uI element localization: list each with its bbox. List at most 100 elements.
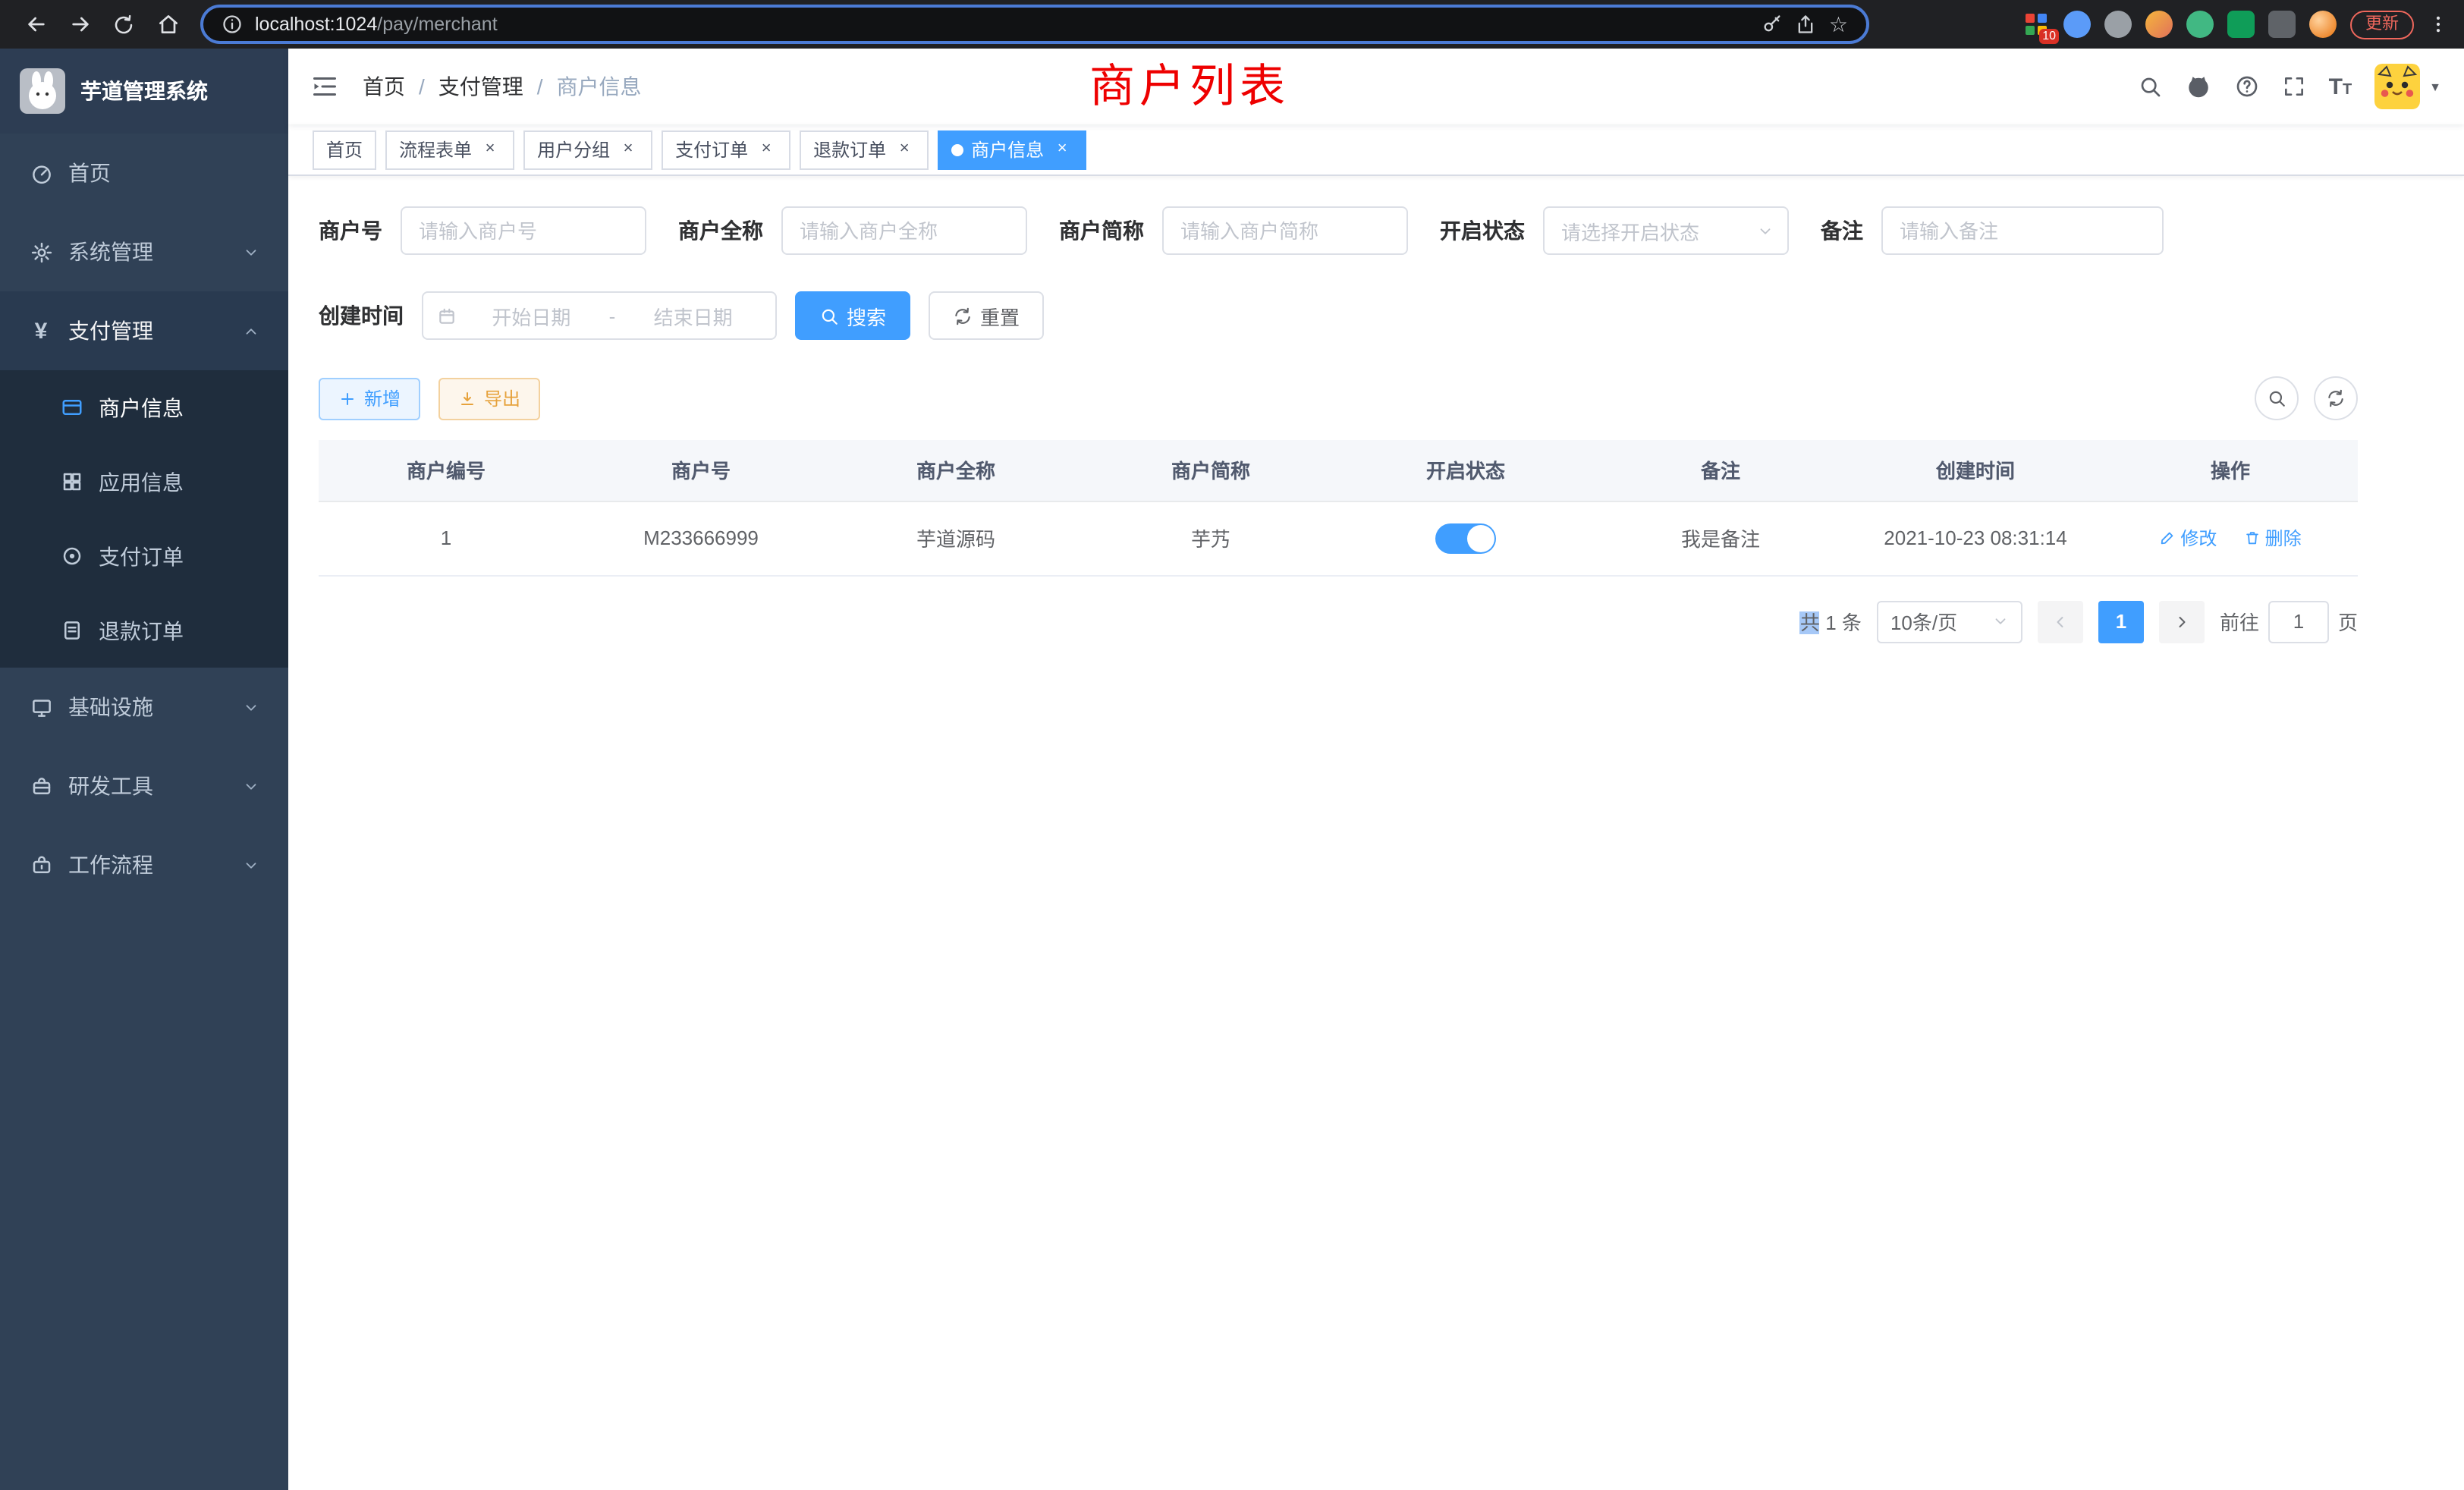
date-range-separator: - [606, 304, 619, 327]
chevron-down-icon [1992, 613, 2009, 630]
col-merchant-id: 商户编号 [319, 440, 574, 501]
filter-merchant-name: 商户全称 [678, 206, 1027, 255]
profile-avatar-icon[interactable] [2309, 11, 2337, 38]
sidebar-item-app-info[interactable]: 应用信息 [0, 445, 288, 519]
browser-menu-icon[interactable] [2428, 14, 2449, 35]
github-icon[interactable] [2185, 73, 2212, 100]
status-toggle[interactable] [1435, 523, 1496, 553]
browser-toolbar: localhost:1024/pay/merchant ☆ 10 更新 [0, 0, 2464, 49]
sidebar-item-label: 基础设施 [68, 692, 153, 722]
breadcrumb-item-payment[interactable]: 支付管理 [438, 71, 523, 102]
breadcrumb-item-home[interactable]: 首页 [363, 71, 405, 102]
font-size-icon[interactable]: TT [2329, 75, 2352, 98]
search-button[interactable]: 搜索 [795, 291, 910, 340]
sidebar-item-label: 工作流程 [68, 850, 153, 880]
sidebar-item-system[interactable]: 系统管理 [0, 212, 288, 291]
status-select-placeholder: 请选择开启状态 [1561, 216, 1699, 245]
extension-notes-icon[interactable] [2227, 11, 2255, 38]
edit-link[interactable]: 修改 [2159, 525, 2217, 551]
sidebar-item-payment[interactable]: ¥ 支付管理 [0, 291, 288, 370]
tag-home[interactable]: 首页 [313, 130, 376, 169]
sidebar-item-refund-order[interactable]: 退款订单 [0, 593, 288, 668]
browser-reload-icon[interactable] [103, 4, 144, 45]
extensions-puzzle-icon[interactable]: 10 [2022, 11, 2050, 38]
sidebar-item-label: 支付订单 [99, 541, 184, 571]
sidebar-item-home[interactable]: 首页 [0, 134, 288, 212]
filter-label: 商户简称 [1059, 215, 1162, 246]
sidebar-item-dev-tools[interactable]: 研发工具 [0, 747, 288, 825]
refresh-table-button[interactable] [2314, 376, 2358, 420]
tag-close-icon[interactable]: × [756, 139, 777, 160]
tag-user-group[interactable]: 用户分组 × [523, 130, 652, 169]
browser-update-button[interactable]: 更新 [2350, 10, 2414, 39]
sidebar-item-label: 商户信息 [99, 392, 184, 423]
prev-page-button[interactable] [2038, 600, 2083, 643]
help-icon[interactable] [2235, 74, 2259, 99]
page-1-button[interactable]: 1 [2098, 600, 2144, 643]
page-annotation: 商户列表 [1089, 59, 1290, 117]
page-size-select[interactable]: 10条/页 [1877, 600, 2022, 643]
sidebar-item-label: 退款订单 [99, 615, 184, 646]
site-info-icon[interactable] [222, 14, 243, 35]
next-page-button[interactable] [2159, 600, 2205, 643]
sidebar-fold-icon[interactable] [311, 73, 338, 100]
status-select[interactable]: 请选择开启状态 [1543, 206, 1789, 255]
delete-link[interactable]: 删除 [2244, 525, 2302, 551]
search-icon[interactable] [2138, 74, 2162, 99]
filter-create-time: 创建时间 开始日期 - 结束日期 [319, 291, 777, 340]
merchant-no-input[interactable] [401, 206, 646, 255]
sidebar: 芋道管理系统 首页 系统管理 ¥ 支付管理 [0, 49, 288, 1490]
tag-close-icon[interactable]: × [1051, 139, 1073, 160]
extension-drop-icon[interactable] [2063, 11, 2091, 38]
browser-home-icon[interactable] [147, 4, 188, 45]
toggle-search-button[interactable] [2255, 376, 2299, 420]
merchant-name-input[interactable] [781, 206, 1027, 255]
sidebar-item-label: 首页 [68, 158, 111, 188]
chevron-down-icon [1757, 222, 1774, 239]
filter-merchant-short: 商户简称 [1059, 206, 1408, 255]
tag-close-icon[interactable]: × [479, 139, 501, 160]
goto-page-input[interactable] [2268, 600, 2329, 643]
extension-vue-devtools-icon[interactable] [2186, 11, 2214, 38]
sidebar-item-pay-order[interactable]: 支付订单 [0, 519, 288, 593]
extension-gray-icon[interactable] [2104, 11, 2132, 38]
tag-pay-order[interactable]: 支付订单 × [662, 130, 790, 169]
col-merchant-no: 商户号 [574, 440, 828, 501]
extension-avatar-icon[interactable] [2145, 11, 2173, 38]
browser-forward-icon[interactable] [59, 4, 100, 45]
tag-refund-order[interactable]: 退款订单 × [800, 130, 929, 169]
bookmark-star-icon[interactable]: ☆ [1829, 11, 1848, 37]
tag-close-icon[interactable]: × [894, 139, 915, 160]
reset-button[interactable]: 重置 [929, 291, 1044, 340]
sidebar-item-infrastructure[interactable]: 基础设施 [0, 668, 288, 747]
remark-input[interactable] [1881, 206, 2164, 255]
password-key-icon[interactable] [1762, 14, 1784, 35]
tag-close-icon[interactable]: × [618, 139, 639, 160]
sidebar-item-merchant-info[interactable]: 商户信息 [0, 370, 288, 445]
fullscreen-icon[interactable] [2282, 74, 2306, 99]
search-button-label: 搜索 [847, 301, 886, 330]
extension-pin-icon[interactable] [2268, 11, 2296, 38]
user-menu[interactable]: ▼ [2374, 64, 2441, 109]
address-bar[interactable]: localhost:1024/pay/merchant ☆ [200, 5, 1869, 44]
share-icon[interactable] [1796, 14, 1817, 35]
sidebar-item-workflow[interactable]: 工作流程 [0, 825, 288, 904]
create-time-range-picker[interactable]: 开始日期 - 结束日期 [422, 291, 777, 340]
tag-label: 首页 [326, 137, 363, 162]
pagination-total-prefix: 共 [1800, 611, 1820, 634]
merchant-short-input[interactable] [1162, 206, 1408, 255]
chevron-left-icon [2051, 612, 2070, 630]
tag-process-form[interactable]: 流程表单 × [385, 130, 514, 169]
sidebar-item-label: 系统管理 [68, 237, 153, 267]
col-status: 开启状态 [1338, 440, 1593, 501]
export-button[interactable]: 导出 [438, 377, 540, 420]
export-button-label: 导出 [484, 385, 520, 411]
browser-back-icon[interactable] [15, 4, 56, 45]
tag-merchant-info[interactable]: 商户信息 × [938, 130, 1086, 169]
yen-icon: ¥ [29, 318, 53, 344]
breadcrumb-separator: / [537, 74, 543, 99]
refresh-icon [953, 306, 973, 325]
sidebar-item-label: 研发工具 [68, 771, 153, 801]
app-logo[interactable]: 芋道管理系统 [0, 49, 288, 134]
add-button[interactable]: 新增 [319, 377, 420, 420]
